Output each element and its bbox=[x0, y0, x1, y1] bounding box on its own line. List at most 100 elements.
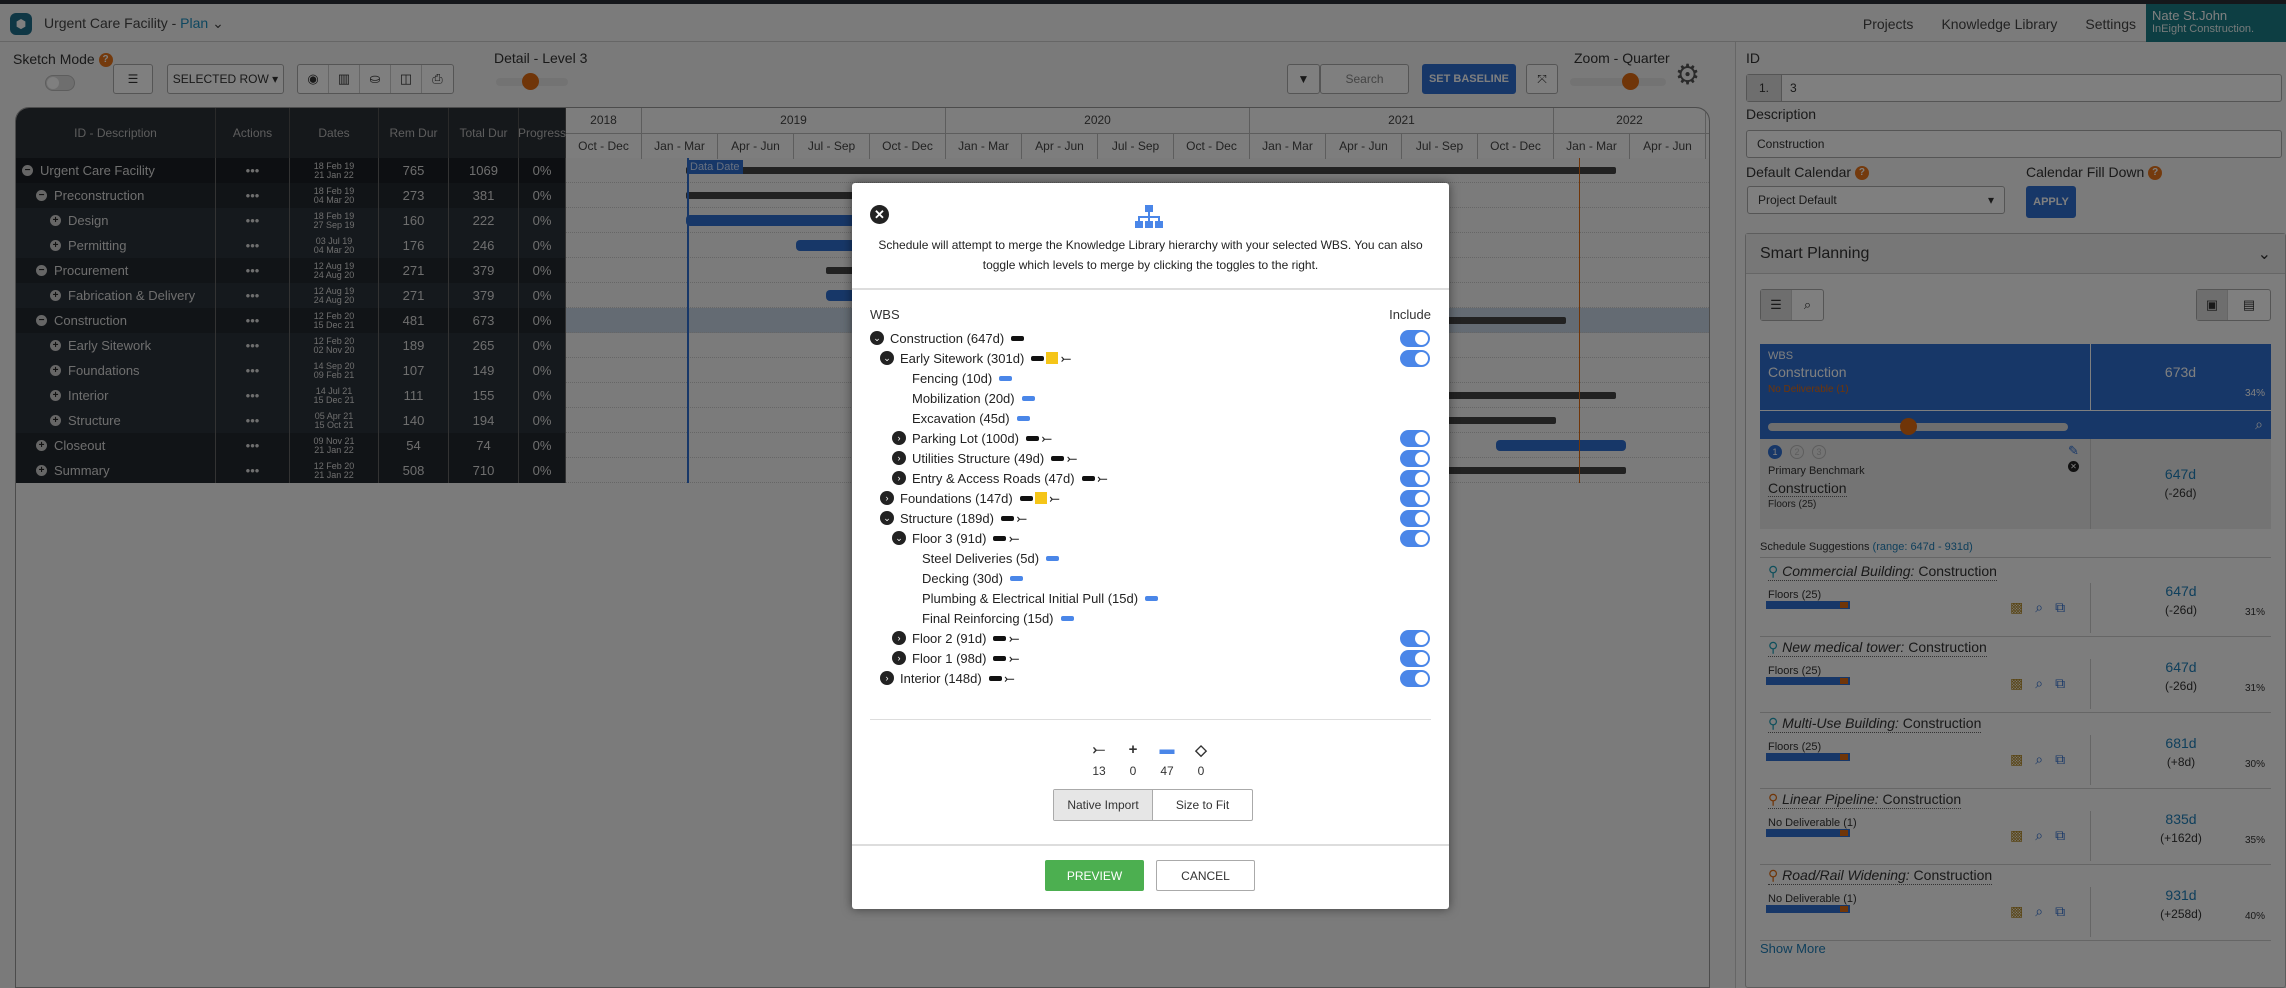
wbs-tree-node: Fencing (10d) bbox=[870, 368, 1430, 388]
summary-bar-icon bbox=[988, 675, 1002, 681]
wbs-tree: ⌄ Construction (647d) ⌄ Early Sitework (301… bbox=[870, 328, 1430, 688]
include-toggle[interactable] bbox=[1400, 450, 1430, 467]
chevron-right-icon[interactable]: › bbox=[880, 491, 894, 505]
include-column-label: Include bbox=[1389, 307, 1431, 322]
wbs-tree-node: › Floor 2 (91d) ⤚ bbox=[870, 628, 1430, 648]
chevron-right-icon[interactable]: › bbox=[880, 671, 894, 685]
close-icon[interactable]: ✕ bbox=[870, 205, 889, 224]
chevron-right-icon[interactable]: › bbox=[892, 431, 906, 445]
wbs-tree-node: Final Reinforcing (15d) bbox=[870, 608, 1430, 628]
cancel-button[interactable]: CANCEL bbox=[1156, 860, 1255, 891]
stat-count: 0 bbox=[1129, 764, 1137, 778]
include-toggle[interactable] bbox=[1400, 350, 1430, 367]
include-toggle[interactable] bbox=[1400, 530, 1430, 547]
chevron-right-icon[interactable]: › bbox=[892, 451, 906, 465]
summary-bar-icon bbox=[993, 535, 1007, 541]
divider bbox=[870, 719, 1431, 720]
divider bbox=[852, 288, 1449, 290]
chevron-down-icon[interactable]: ⌄ bbox=[880, 351, 894, 365]
summary-bar-icon bbox=[1011, 335, 1025, 341]
preview-button[interactable]: PREVIEW bbox=[1045, 860, 1144, 891]
wbs-tree-node: › Interior (148d) ⤚ bbox=[870, 668, 1430, 688]
chevron-right-icon[interactable]: › bbox=[892, 651, 906, 665]
include-toggle[interactable] bbox=[1400, 650, 1430, 667]
wbs-tree-node: › Floor 1 (98d) ⤚ bbox=[870, 648, 1430, 668]
wbs-tree-node: › Foundations (147d) ⤚ bbox=[870, 488, 1430, 508]
include-toggle[interactable] bbox=[1400, 490, 1430, 507]
node-label: Floor 2 (91d) bbox=[912, 630, 987, 646]
summary-bar-icon bbox=[1000, 515, 1014, 521]
divider bbox=[852, 844, 1449, 846]
node-label: Floor 1 (98d) bbox=[912, 650, 987, 666]
task-bar-icon bbox=[1009, 575, 1023, 581]
wbs-tree-node: ⌄ Structure (189d) ⤚ bbox=[870, 508, 1430, 528]
node-label: Floor 3 (91d) bbox=[912, 530, 987, 546]
task-bar-icon: ▬ bbox=[1159, 741, 1175, 758]
summary-bar-icon bbox=[993, 635, 1007, 641]
task-bar-icon bbox=[1021, 395, 1035, 401]
node-label: Utilities Structure (49d) bbox=[912, 450, 1045, 466]
summary-bar-icon bbox=[1081, 475, 1095, 481]
task-bar-icon bbox=[999, 375, 1013, 381]
stat-item: +0 bbox=[1116, 741, 1150, 778]
wbs-tree-node: Decking (30d) bbox=[870, 568, 1430, 588]
fork-icon: ⤚ bbox=[1061, 350, 1071, 365]
include-toggle[interactable] bbox=[1400, 630, 1430, 647]
node-label: Final Reinforcing (15d) bbox=[922, 610, 1054, 626]
node-label: Foundations (147d) bbox=[900, 490, 1013, 506]
sticky-note-icon bbox=[1046, 352, 1059, 364]
stat-item: ⤚ 13 bbox=[1082, 741, 1116, 778]
summary-bar-icon bbox=[993, 655, 1007, 661]
native-import-option[interactable]: Native Import bbox=[1054, 790, 1153, 820]
stat-count: 0 bbox=[1197, 764, 1205, 778]
node-label: Mobilization (20d) bbox=[912, 390, 1015, 406]
node-label: Plumbing & Electrical Initial Pull (15d) bbox=[922, 590, 1139, 606]
chevron-right-icon[interactable]: › bbox=[892, 471, 906, 485]
wbs-tree-node: › Utilities Structure (49d) ⤚ bbox=[870, 448, 1430, 468]
task-bar-icon bbox=[1016, 415, 1030, 421]
node-label: Fencing (10d) bbox=[912, 370, 993, 386]
milestone-icon: ◇ bbox=[1195, 742, 1207, 759]
node-label: Entry & Access Roads (47d) bbox=[912, 470, 1075, 486]
summary-bar-icon bbox=[1031, 355, 1045, 361]
summary-bar-icon bbox=[1025, 435, 1039, 441]
wbs-tree-node: Steel Deliveries (5d) bbox=[870, 548, 1430, 568]
wbs-tree-node: › Parking Lot (100d) ⤚ bbox=[870, 428, 1430, 448]
include-toggle[interactable] bbox=[1400, 510, 1430, 527]
node-label: Steel Deliveries (5d) bbox=[922, 550, 1040, 566]
wbs-tree-node: Mobilization (20d) bbox=[870, 388, 1430, 408]
include-toggle[interactable] bbox=[1400, 670, 1430, 687]
task-bar-icon bbox=[1060, 615, 1074, 621]
node-label: Excavation (45d) bbox=[912, 410, 1010, 426]
chevron-down-icon[interactable]: ⌄ bbox=[880, 511, 894, 525]
wbs-tree-node: ⌄ Early Sitework (301d) ⤚ bbox=[870, 348, 1430, 368]
size-to-fit-option[interactable]: Size to Fit bbox=[1153, 790, 1252, 820]
fork-icon: ⤚ bbox=[1009, 650, 1020, 665]
chevron-down-icon[interactable]: ⌄ bbox=[892, 531, 906, 545]
include-toggle[interactable] bbox=[1400, 330, 1430, 347]
wbs-tree-node: Plumbing & Electrical Initial Pull (15d) bbox=[870, 588, 1430, 608]
chevron-right-icon[interactable]: › bbox=[892, 631, 906, 645]
node-label: Construction (647d) bbox=[890, 330, 1005, 346]
summary-bar-icon bbox=[1019, 495, 1033, 501]
stat-count: 13 bbox=[1092, 764, 1106, 778]
node-label: Parking Lot (100d) bbox=[912, 430, 1019, 446]
fork-icon: ⤚ bbox=[1004, 670, 1015, 685]
wbs-tree-node: Excavation (45d) bbox=[870, 408, 1430, 428]
hierarchy-icon bbox=[1135, 205, 1163, 228]
node-label: Early Sitework (301d) bbox=[900, 350, 1025, 366]
fork-icon: ⤚ bbox=[1092, 741, 1105, 758]
fork-icon: ⤚ bbox=[1009, 530, 1020, 545]
task-bar-icon bbox=[1145, 595, 1159, 601]
node-label: Structure (189d) bbox=[900, 510, 994, 526]
include-toggle[interactable] bbox=[1400, 430, 1430, 447]
task-bar-icon bbox=[1046, 555, 1060, 561]
merge-wbs-dialog: ✕ Schedule will attempt to merge the Kno… bbox=[852, 183, 1449, 909]
import-mode-toggle: Native Import Size to Fit bbox=[1053, 789, 1253, 821]
wbs-column-label: WBS bbox=[870, 307, 900, 322]
fork-icon: ⤚ bbox=[1009, 630, 1020, 645]
wbs-tree-node: ⌄ Construction (647d) bbox=[870, 328, 1430, 348]
chevron-down-icon[interactable]: ⌄ bbox=[870, 331, 884, 345]
include-toggle[interactable] bbox=[1400, 470, 1430, 487]
import-stats: ⤚ 13 +0 ▬ 47 ◇ 0 bbox=[1082, 741, 1218, 778]
